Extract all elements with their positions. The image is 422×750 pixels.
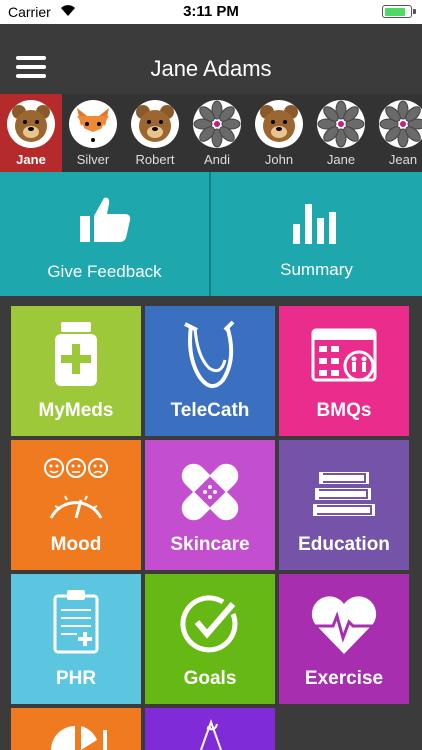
bmqs-tile[interactable]: BMQs <box>279 306 409 436</box>
battery-icon <box>382 5 412 18</box>
flower-icon <box>193 100 241 148</box>
fox-icon <box>69 100 117 148</box>
profile-jane[interactable]: Jane <box>0 94 62 172</box>
thumbs-up-icon <box>80 197 131 242</box>
flower-icon <box>379 100 422 148</box>
bear-icon <box>131 100 179 148</box>
give-feedback-label: Give Feedback <box>47 262 162 281</box>
summary-button[interactable]: Summary <box>211 172 422 296</box>
profile-andi[interactable]: Andi <box>186 94 248 172</box>
nutrition-icon <box>51 726 107 750</box>
telecath-label: TeleCath <box>170 400 250 421</box>
mymeds-label: MyMeds <box>38 400 114 421</box>
profile-selector: Jane Silver Robert Andi John Jane Jean <box>0 94 422 172</box>
bear-icon <box>255 100 303 148</box>
mymeds-tile[interactable]: MyMeds <box>11 306 141 436</box>
feature-grid: MyMeds TeleCath BMQs Mood Skincare Educa… <box>0 296 422 750</box>
education-label: Education <box>298 534 390 555</box>
profile-jane-2[interactable]: Jane <box>310 94 372 172</box>
profile-name: Jane <box>326 152 356 167</box>
profile-name: John <box>264 152 294 167</box>
goals-tile[interactable]: Goals <box>145 574 275 704</box>
tile-divider <box>209 172 211 296</box>
exercise-label: Exercise <box>304 668 384 689</box>
sketch-icon <box>200 719 222 750</box>
battery-cap <box>413 9 416 14</box>
skincare-tile[interactable]: Skincare <box>145 440 275 570</box>
nutrition-tile[interactable] <box>11 708 141 750</box>
mood-label: Mood <box>50 534 102 555</box>
summary-label: Summary <box>280 260 353 279</box>
nav-bar: Jane Adams <box>0 24 422 94</box>
profile-name: Andi <box>203 152 231 167</box>
profile-name: Jane <box>16 152 46 167</box>
profile-robert[interactable]: Robert <box>124 94 186 172</box>
status-bar: Carrier 3:11 PM <box>0 0 422 24</box>
bar-chart-icon <box>293 204 336 244</box>
profile-name: Silver <box>76 152 110 167</box>
telecath-tile[interactable]: TeleCath <box>145 306 275 436</box>
bmqs-label: BMQs <box>316 400 372 421</box>
more-tile[interactable] <box>145 708 275 750</box>
flower-icon <box>317 100 365 148</box>
page-title: Jane Adams <box>150 56 272 81</box>
profile-silver[interactable]: Silver <box>62 94 124 172</box>
phr-tile[interactable]: PHR <box>11 574 141 704</box>
profile-john[interactable]: John <box>248 94 310 172</box>
skincare-label: Skincare <box>170 534 250 555</box>
profile-name: Robert <box>135 152 175 167</box>
profile-jean[interactable]: Jean <box>372 94 422 172</box>
exercise-tile[interactable]: Exercise <box>279 574 409 704</box>
mood-tile[interactable]: Mood <box>11 440 141 570</box>
goals-label: Goals <box>183 668 237 689</box>
bear-icon <box>7 100 55 148</box>
profile-name: Jean <box>388 152 418 167</box>
give-feedback-button[interactable]: Give Feedback <box>0 172 209 296</box>
education-tile[interactable]: Education <box>279 440 409 570</box>
quick-actions: Give Feedback Summary <box>0 172 422 296</box>
clock: 3:11 PM <box>183 3 239 20</box>
phr-label: PHR <box>55 668 97 689</box>
